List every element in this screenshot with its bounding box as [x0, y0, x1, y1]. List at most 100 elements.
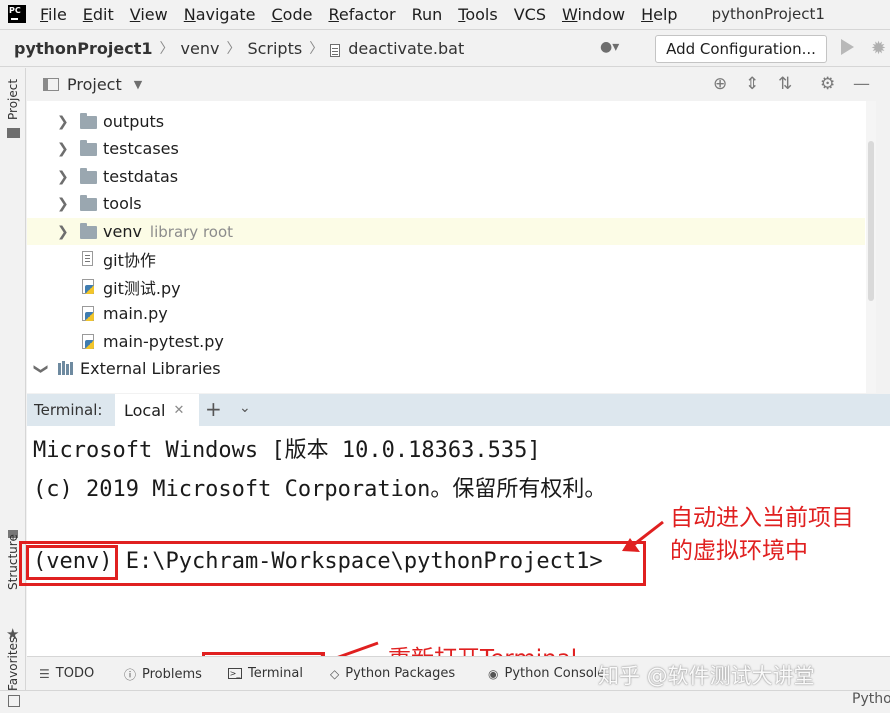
tree-item-venv[interactable]: ❯ venv library root [27, 218, 865, 245]
python-console-tab[interactable]: ◉ Python Console [488, 666, 605, 681]
chevron-right-icon[interactable]: ❯ [57, 169, 69, 185]
tree-item-external-libraries[interactable]: ❯ External Libraries [27, 355, 865, 382]
project-window-icon [43, 77, 59, 91]
tree-scrollbar[interactable] [866, 101, 876, 393]
project-tree: ❯ outputs ❯ testcases ❯ testdatas ❯ tool… [27, 101, 876, 393]
collapse-all-icon[interactable]: ⇅ [778, 74, 792, 94]
tree-item-git-collab[interactable]: git协作 [27, 245, 865, 272]
tree-item-main-py[interactable]: main.py [27, 300, 865, 327]
chevron-down-icon[interactable]: ⌄ [239, 400, 251, 416]
terminal-tab-local[interactable]: Local ✕ [115, 394, 199, 426]
tree-item-outputs[interactable]: ❯ outputs [27, 108, 865, 135]
menu-file[interactable]: File [40, 5, 67, 24]
folder-icon [80, 195, 97, 211]
python-packages-tab[interactable]: ◇ Python Packages [330, 666, 455, 681]
locate-target-icon[interactable]: ⊕ [713, 74, 727, 94]
menu-bar: PC File Edit View Navigate Code Refactor Run To… [0, 0, 890, 28]
venv-label: venv [103, 222, 142, 241]
scrollbar-thumb[interactable] [868, 141, 874, 301]
debug-icon[interactable]: ✹ [871, 38, 886, 59]
terminal-icon: >_ [228, 668, 242, 679]
menu-tools[interactable]: Tools [458, 5, 497, 24]
todo-tab[interactable]: ☰ TODO [39, 666, 94, 681]
terminal-header: Terminal: Local ✕ + ⌄ [27, 394, 890, 426]
menu-code[interactable]: Code [272, 5, 313, 24]
tree-item-label: External Libraries [80, 359, 221, 378]
gear-icon[interactable]: ⚙ [820, 74, 835, 94]
project-panel-header: Project ▼ [27, 68, 890, 100]
tool-window-structure[interactable]: Structure [6, 534, 20, 590]
layers-icon: ◇ [330, 666, 340, 681]
breadcrumb-scripts[interactable]: Scripts [247, 39, 302, 58]
chevron-down-icon[interactable]: ▼ [134, 78, 142, 91]
text-file-icon [82, 251, 93, 266]
tree-item-label: tools [103, 194, 142, 213]
tree-item-label: venv library root [103, 222, 233, 241]
tree-item-testcases[interactable]: ❯ testcases [27, 135, 865, 162]
breadcrumb-venv[interactable]: venv [181, 39, 220, 58]
terminal-tab[interactable]: >_ Terminal [228, 666, 303, 681]
user-icon[interactable]: ●▾ [600, 39, 634, 59]
terminal-label: Terminal [248, 666, 303, 681]
chevron-right-icon[interactable]: ❯ [57, 114, 69, 130]
tool-window-favorites[interactable]: Favorites [6, 637, 20, 691]
chevron-right-icon[interactable]: ❯ [57, 224, 69, 240]
breadcrumb-separator-icon: 〉 [226, 41, 241, 57]
tree-item-label: main-pytest.py [103, 332, 224, 351]
list-icon: ☰ [39, 666, 50, 681]
terminal-tab-label: Local [124, 400, 166, 420]
menu-window[interactable]: Window [562, 5, 625, 24]
menu-refactor[interactable]: Refactor [328, 5, 395, 24]
toggle-tool-windows-icon[interactable] [8, 695, 20, 707]
tree-item-main-pytest-py[interactable]: main-pytest.py [27, 328, 865, 355]
menu-items: File Edit View Navigate Code Refactor Run Tools… [40, 5, 694, 24]
right-gutter [876, 101, 890, 393]
info-icon: ⓘ [124, 668, 137, 682]
problems-label: Problems [142, 667, 202, 682]
folder-icon [80, 113, 97, 129]
breadcrumb-project[interactable]: pythonProject1 [14, 39, 153, 58]
expand-all-icon[interactable]: ⇕ [745, 74, 759, 94]
python-file-icon [82, 334, 94, 349]
left-tool-strip: Project Structure ★ Favorites [0, 68, 26, 713]
menu-navigate[interactable]: Navigate [184, 5, 256, 24]
chevron-right-icon[interactable]: ❯ [57, 196, 69, 212]
menu-view[interactable]: View [130, 5, 168, 24]
project-folder-icon[interactable] [7, 128, 20, 138]
terminal-line: (c) 2019 Microsoft Corporation。保留所有权利。 [33, 477, 607, 502]
watermark: 知乎 @软件测试大讲堂 [598, 664, 815, 688]
tree-item-label: git协作 [103, 250, 156, 270]
breadcrumb-file[interactable]: deactivate.bat [348, 39, 464, 58]
menu-vcs[interactable]: VCS [514, 5, 546, 24]
navigation-bar: pythonProject1 〉 venv 〉 Scripts 〉 deacti… [0, 29, 890, 67]
pycharm-logo-icon: PC [8, 5, 26, 23]
status-interpreter[interactable]: Pytho [852, 691, 890, 707]
menu-edit[interactable]: Edit [83, 5, 114, 24]
annotation-venv-note: 自动进入当前项目的虚拟环境中 [670, 505, 854, 564]
close-icon[interactable]: ✕ [173, 403, 184, 418]
project-panel-title[interactable]: Project [67, 75, 122, 94]
python-file-icon [82, 306, 94, 321]
python-icon: ◉ [488, 666, 499, 681]
tree-item-testdatas[interactable]: ❯ testdatas [27, 163, 865, 190]
tool-window-project[interactable]: Project [6, 79, 20, 120]
tree-item-label: testcases [103, 139, 179, 158]
menu-run[interactable]: Run [412, 5, 443, 24]
tree-item-git-test-py[interactable]: git测试.py [27, 273, 865, 300]
new-terminal-plus-icon[interactable]: + [205, 397, 222, 421]
library-root-label: library root [149, 223, 234, 241]
chevron-right-icon[interactable]: ❯ [57, 141, 69, 157]
python-file-icon [82, 279, 94, 294]
terminal-title: Terminal: [34, 401, 103, 419]
chevron-down-icon[interactable]: ❯ [33, 363, 49, 375]
bat-file-icon [330, 43, 341, 57]
problems-tab[interactable]: ⓘ Problems [124, 666, 202, 683]
hide-panel-icon[interactable]: — [853, 74, 870, 94]
tree-item-tools[interactable]: ❯ tools [27, 190, 865, 217]
window-title: pythonProject1 [711, 5, 825, 23]
todo-label: TODO [55, 666, 95, 681]
folder-icon [80, 168, 97, 184]
run-icon[interactable] [841, 39, 854, 55]
add-configuration-button[interactable]: Add Configuration... [655, 35, 827, 63]
menu-help[interactable]: Help [641, 5, 677, 24]
